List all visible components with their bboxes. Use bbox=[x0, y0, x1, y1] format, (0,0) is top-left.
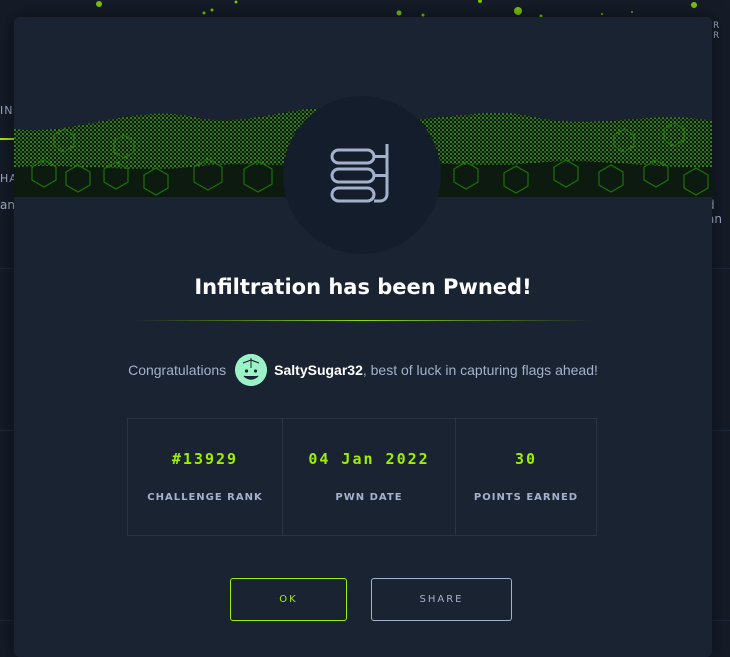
modal-title: Infiltration has been Pwned! bbox=[194, 275, 532, 299]
username-link[interactable]: SaltySugar32 bbox=[274, 362, 363, 378]
title-divider bbox=[134, 320, 590, 321]
share-button[interactable]: SHARE bbox=[371, 578, 512, 621]
background-body-text: an bbox=[0, 198, 15, 212]
stat-label: CHALLENGE RANK bbox=[147, 492, 263, 503]
ok-button[interactable]: OK bbox=[230, 578, 347, 621]
stat-value: 30 bbox=[514, 450, 538, 468]
stat-pwn-date: 04 Jan 2022 PWN DATE bbox=[282, 419, 455, 535]
stat-challenge-rank: #13929 CHALLENGE RANK bbox=[128, 419, 282, 535]
pwned-modal: Infiltration has been Pwned! Congratulat… bbox=[14, 17, 712, 657]
database-stack-icon bbox=[330, 144, 389, 203]
congrats-prefix: Congratulations bbox=[128, 362, 227, 378]
stat-value: #13929 bbox=[171, 450, 239, 468]
stat-points-earned: 30 POINTS EARNED bbox=[455, 419, 596, 535]
stat-label: POINTS EARNED bbox=[473, 492, 579, 503]
background-tab-text: IN bbox=[0, 104, 14, 117]
avatar[interactable] bbox=[235, 354, 268, 386]
congrats-suffix: , best of luck in capturing flags ahead! bbox=[362, 362, 598, 378]
challenge-emblem bbox=[283, 96, 441, 254]
background-nav-text: R R bbox=[713, 21, 721, 41]
background-active-tab-indicator bbox=[0, 138, 14, 140]
stat-label: PWN DATE bbox=[335, 492, 403, 503]
congratulations-message: Congratulations SaltySugar32 , best of l… bbox=[14, 354, 712, 386]
stat-value: 04 Jan 2022 bbox=[308, 450, 430, 468]
pwn-stats-panel: #13929 CHALLENGE RANK 04 Jan 2022 PWN DA… bbox=[127, 418, 597, 536]
avatar-face-icon bbox=[235, 354, 268, 386]
